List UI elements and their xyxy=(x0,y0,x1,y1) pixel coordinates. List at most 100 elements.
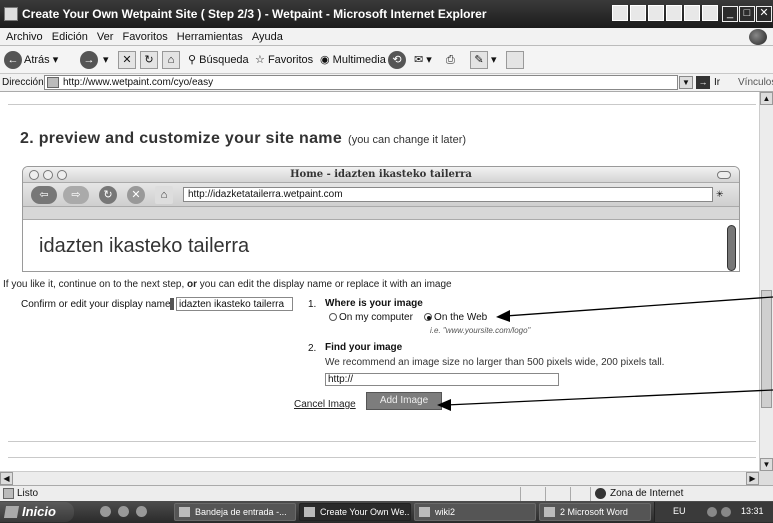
windows-flag-icon xyxy=(3,506,20,518)
image-size-recommendation: We recommend an image size no larger tha… xyxy=(325,357,665,368)
favorites-button[interactable]: ☆ Favoritos xyxy=(255,50,313,70)
radio-on-computer[interactable]: On my computer xyxy=(329,312,413,323)
go-arrow-icon[interactable]: → xyxy=(696,76,710,89)
image-url-input[interactable] xyxy=(325,373,559,386)
where-title: Where is your image xyxy=(325,298,423,309)
tray-app-icon[interactable] xyxy=(630,5,646,21)
toolbar: ← Atrás ▾ → ▾ ✕ ↻ ⌂ ⚲ Búsqueda ☆ Favorito… xyxy=(0,46,773,74)
radio-selected-icon xyxy=(424,313,433,321)
edit-button[interactable]: ✎ ▾ xyxy=(470,50,497,70)
tray-icon[interactable] xyxy=(721,507,731,517)
find-title: Find your image xyxy=(325,342,403,353)
back-button[interactable]: ← Atrás ▾ xyxy=(4,50,58,70)
scroll-left-icon[interactable]: ◀ xyxy=(0,472,13,485)
task-word[interactable]: 2 Microsoft Word xyxy=(539,503,651,521)
find-number: 2. xyxy=(308,343,317,354)
status-separator xyxy=(590,487,591,501)
intro-or: or xyxy=(187,279,198,290)
status-bar: Listo Zona de Internet xyxy=(0,485,773,501)
window-minimize-dot-icon xyxy=(43,170,53,180)
history-icon: ⟲ xyxy=(388,51,406,70)
window-close-dot-icon xyxy=(29,170,39,180)
home-icon: ⌂ xyxy=(162,51,180,70)
forward-button[interactable]: → ▾ xyxy=(80,50,109,70)
maximize-button[interactable]: □ xyxy=(739,6,755,22)
address-dropdown-button[interactable]: ▼ xyxy=(679,76,693,89)
print-button[interactable]: ⎙ xyxy=(446,50,455,70)
horizontal-scrollbar[interactable]: ◀ ▶ xyxy=(0,471,759,485)
word-icon xyxy=(544,507,555,517)
task-ie[interactable]: Create Your Own We... xyxy=(299,503,411,521)
address-input[interactable]: http://www.wetpaint.com/cyo/easy xyxy=(44,75,678,90)
status-page-icon xyxy=(3,488,14,499)
vertical-scrollbar[interactable]: ▲ ▼ xyxy=(759,92,773,471)
multimedia-button[interactable]: ◉ Multimedia xyxy=(320,50,386,70)
radio-computer-label: On my computer xyxy=(339,312,413,323)
menu-ver[interactable]: Ver xyxy=(97,31,114,43)
menu-herramientas[interactable]: Herramientas xyxy=(177,31,243,43)
history-button[interactable]: ⟲ xyxy=(388,50,408,70)
ie-icon xyxy=(304,507,315,517)
cancel-image-link[interactable]: Cancel Image xyxy=(294,399,356,410)
scroll-up-icon[interactable]: ▲ xyxy=(760,92,773,105)
task-outlook[interactable]: Bandeja de entrada -... xyxy=(174,503,296,521)
tray-app-icon[interactable] xyxy=(612,5,628,21)
discuss-button[interactable] xyxy=(506,50,524,70)
close-button[interactable]: ✕ xyxy=(756,6,772,22)
scroll-right-icon[interactable]: ▶ xyxy=(746,472,759,485)
task-folder[interactable]: wiki2 xyxy=(414,503,536,521)
address-bar: Dirección http://www.wetpaint.com/cyo/ea… xyxy=(0,74,773,92)
status-text: Listo xyxy=(17,488,39,499)
menu-archivo[interactable]: Archivo xyxy=(6,31,43,43)
add-image-button[interactable]: Add Image xyxy=(366,392,442,410)
quicklaunch-icon[interactable] xyxy=(100,506,111,517)
preview-spinner-icon: ✳ xyxy=(716,189,724,199)
window-title-bar: Create Your Own Wetpaint Site ( Step 2/3… xyxy=(0,0,773,28)
search-button[interactable]: ⚲ Búsqueda xyxy=(188,50,249,70)
menu-ayuda[interactable]: Ayuda xyxy=(252,31,283,43)
status-separator xyxy=(520,487,521,501)
windows-logo-icon xyxy=(749,29,767,45)
site-preview-window: Home - idazten ikasteko tailerra ⇦ ⇨ ↻ ✕… xyxy=(22,166,740,272)
task-label: Bandeja de entrada -... xyxy=(195,507,287,517)
links-button[interactable]: Vínculos xyxy=(738,77,773,88)
radio-web-label: On the Web xyxy=(434,312,488,323)
status-separator xyxy=(570,487,571,501)
display-name-input[interactable] xyxy=(176,297,293,311)
ie-page-icon xyxy=(4,7,18,21)
tray-app-icon[interactable] xyxy=(666,5,682,21)
mail-icon: ✉ xyxy=(414,54,424,66)
preview-address-field: http://idazketatailerra.wetpaint.com xyxy=(183,187,713,202)
discuss-icon xyxy=(506,51,524,70)
mail-button[interactable]: ✉ ▾ xyxy=(414,50,432,70)
confirm-name-label: Confirm or edit your display name xyxy=(21,299,171,310)
menu-favoritos[interactable]: Favoritos xyxy=(122,31,167,43)
tray-app-icon[interactable] xyxy=(648,5,664,21)
quicklaunch-icon[interactable] xyxy=(136,506,147,517)
internet-zone-icon xyxy=(595,488,606,499)
tray-app-icon[interactable] xyxy=(684,5,700,21)
go-button[interactable]: Ir xyxy=(714,77,720,88)
start-button[interactable]: Inicio xyxy=(0,502,74,522)
refresh-button[interactable]: ↻ xyxy=(140,50,158,70)
preview-forward-icon: ⇨ xyxy=(63,186,89,204)
intro-before: If you like it, continue on to the next … xyxy=(3,279,185,290)
menu-edicion[interactable]: Edición xyxy=(52,31,88,43)
language-indicator[interactable]: EU xyxy=(673,506,686,516)
home-button[interactable]: ⌂ xyxy=(162,50,180,70)
intro-after: you can edit the display name or replace… xyxy=(199,279,452,290)
search-icon: ⚲ xyxy=(188,54,197,66)
quicklaunch-icon[interactable] xyxy=(118,506,129,517)
tray-app-icon[interactable] xyxy=(702,5,718,21)
tray-icon[interactable] xyxy=(707,507,717,517)
forward-arrow-icon: → xyxy=(80,51,98,70)
scroll-thumb[interactable] xyxy=(761,290,772,408)
start-label: Inicio xyxy=(22,504,56,519)
minimize-button[interactable]: _ xyxy=(722,6,738,22)
radio-on-web[interactable]: On the Web xyxy=(424,312,487,323)
url-hint: i.e. "www.yoursite.com/logo" xyxy=(430,326,531,335)
address-label: Dirección xyxy=(2,77,44,88)
multimedia-icon: ◉ xyxy=(320,54,330,66)
scroll-down-icon[interactable]: ▼ xyxy=(760,458,773,471)
stop-button[interactable]: ✕ xyxy=(118,50,136,70)
